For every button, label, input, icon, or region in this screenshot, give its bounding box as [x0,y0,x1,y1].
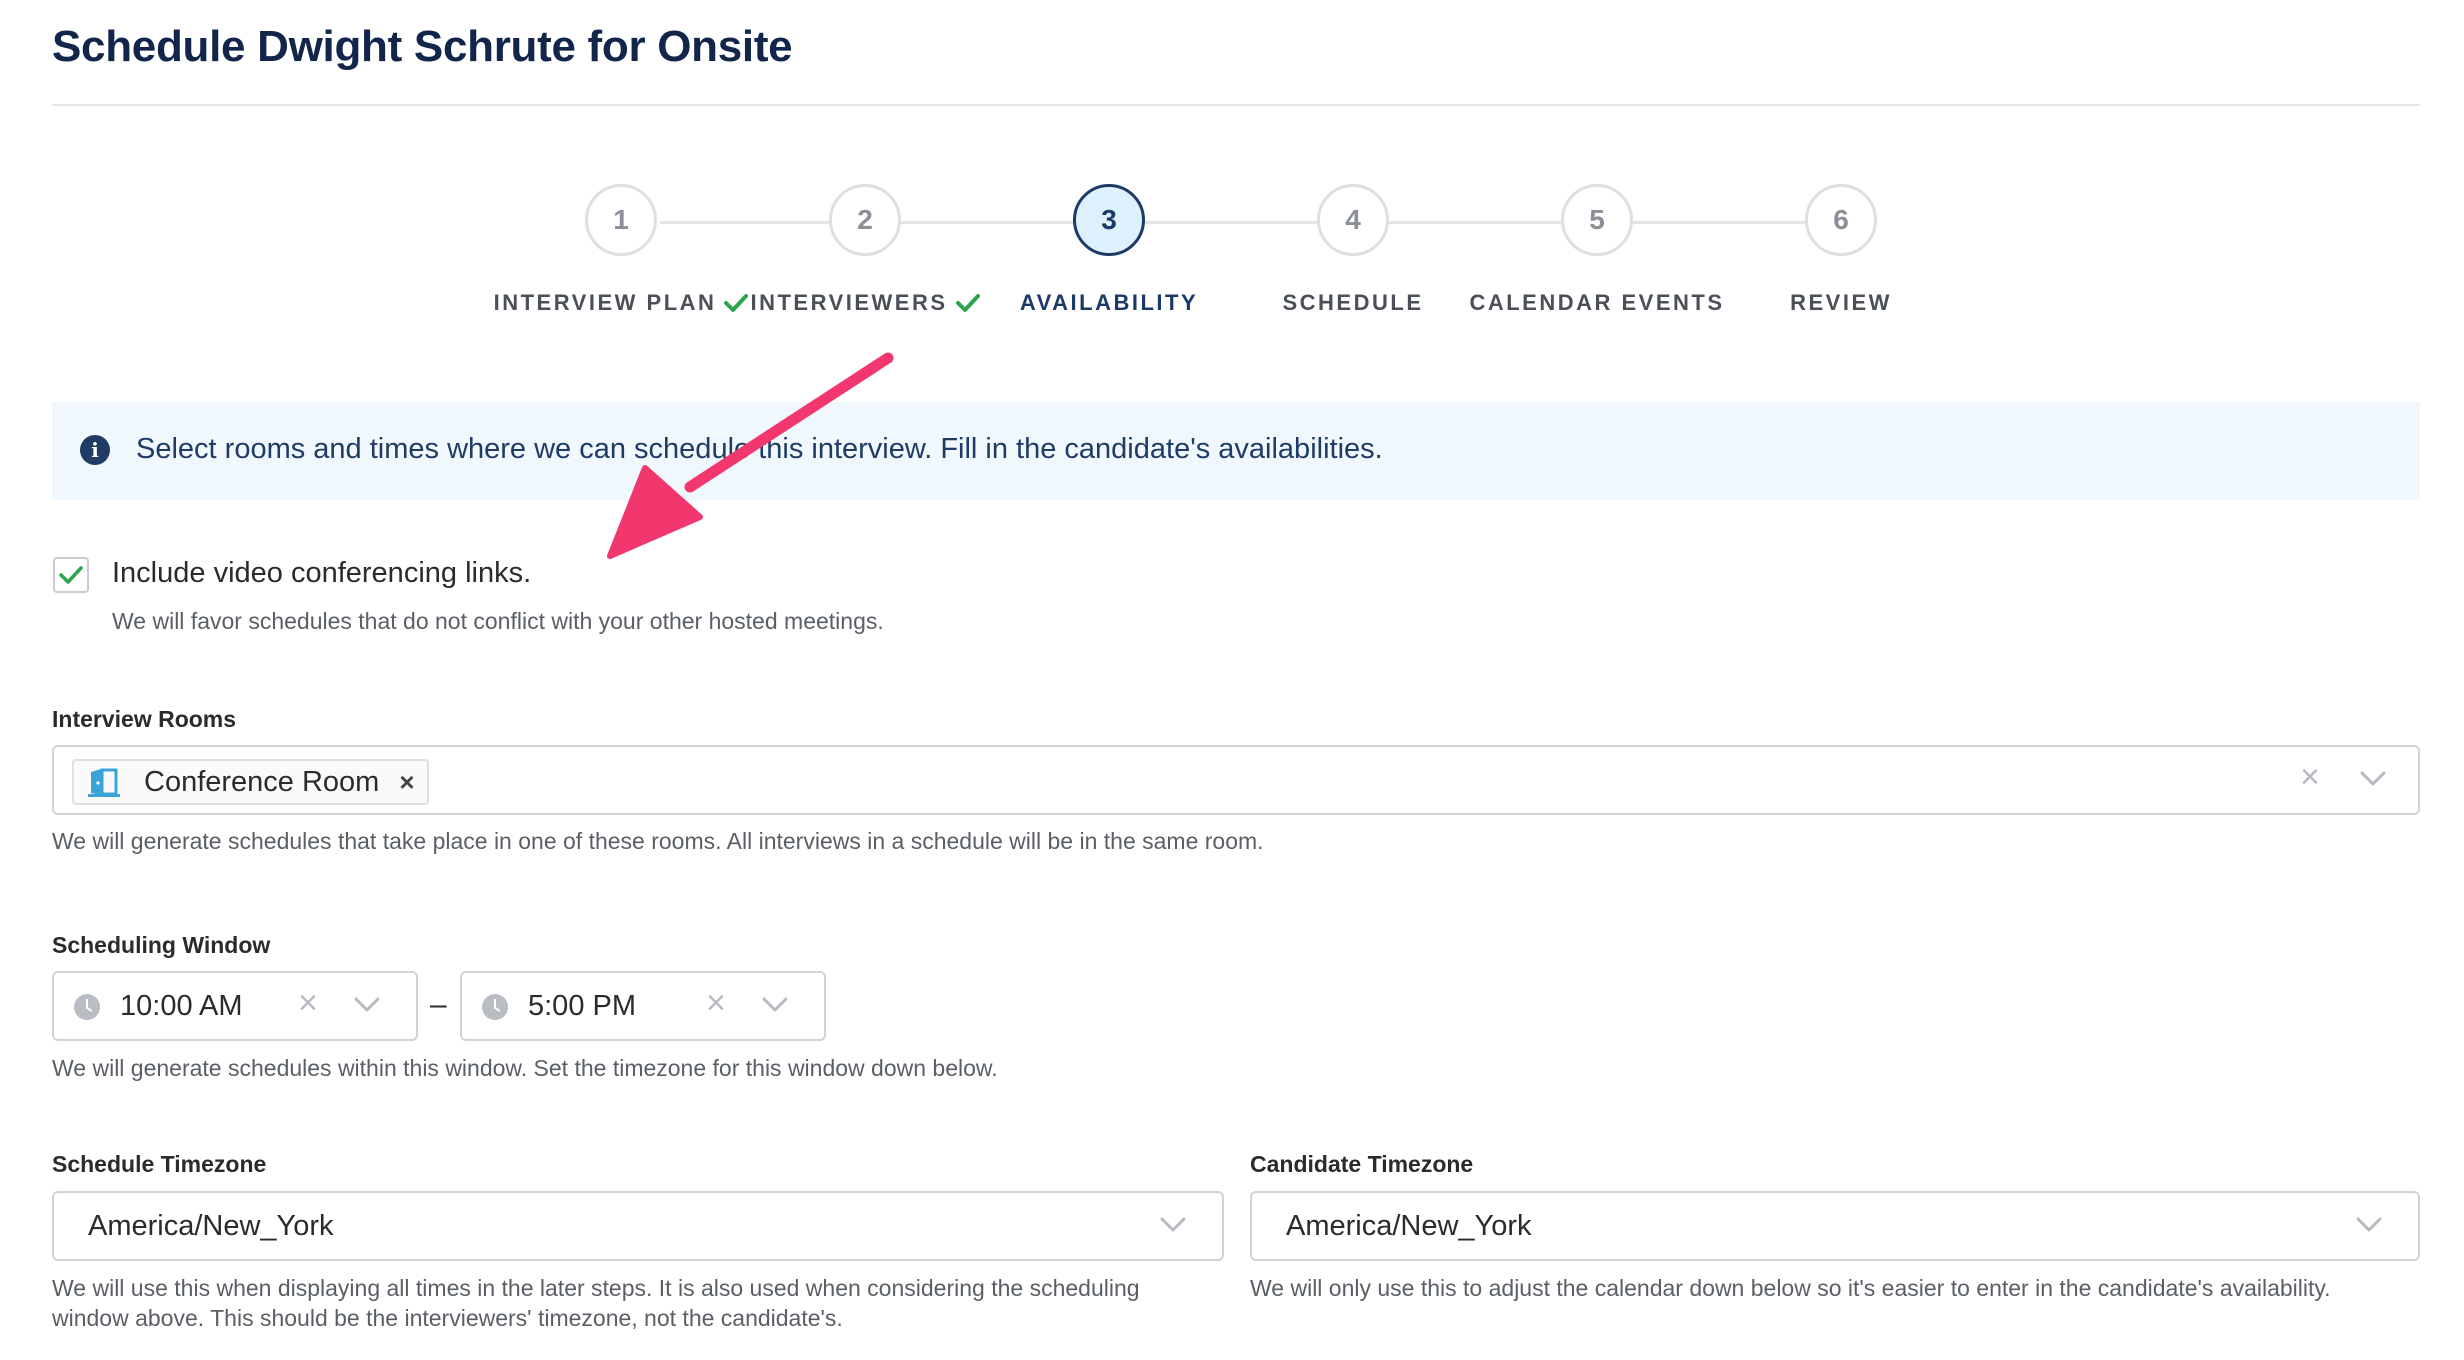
window-start-value: 10:00 AM [120,990,243,1022]
candidate-timezone-help: We will only use this to adjust the cale… [1250,1275,2331,1301]
clear-icon[interactable]: × [706,986,726,1020]
info-banner: i Select rooms and times where we can sc… [52,402,2420,500]
interview-rooms-label: Interview Rooms [52,706,237,732]
schedule-timezone-select[interactable]: America/New_York [52,1191,1224,1261]
chevron-down-icon[interactable] [762,997,788,1013]
step-1-circle[interactable]: 1 [585,184,657,256]
video-conferencing-help: We will favor schedules that do not conf… [112,608,884,634]
step-6-circle[interactable]: 6 [1805,184,1877,256]
candidate-timezone-value: America/New_York [1286,1210,1532,1242]
title-divider [52,104,2420,106]
window-end-select[interactable]: 5:00 PM × [460,971,826,1041]
window-separator: – [430,988,447,1021]
step-5-circle[interactable]: 5 [1561,184,1633,256]
chevron-down-icon[interactable] [1160,1217,1186,1233]
clock-icon [482,994,508,1020]
chevron-down-icon[interactable] [2356,1217,2382,1233]
interview-rooms-select[interactable]: Conference Room × × [52,745,2420,815]
schedule-timezone-value: America/New_York [88,1210,334,1242]
room-tag-label: Conference Room [144,765,380,798]
window-start-select[interactable]: 10:00 AM × [52,971,418,1041]
clear-icon[interactable]: × [298,986,318,1020]
step-4-circle[interactable]: 4 [1317,184,1389,256]
step-6-label[interactable]: REVIEW [1681,290,2001,316]
checkmark-icon [59,566,83,584]
remove-room-icon[interactable]: × [399,767,414,798]
video-conferencing-label[interactable]: Include video conferencing links. [112,557,531,590]
step-2-circle[interactable]: 2 [829,184,901,256]
video-conferencing-checkbox[interactable] [53,557,89,593]
info-icon: i [80,435,110,465]
candidate-timezone-label: Candidate Timezone [1250,1151,1474,1177]
annotation-arrow [607,352,894,559]
page-title: Schedule Dwight Schrute for Onsite [52,22,793,71]
scheduling-window-label: Scheduling Window [52,932,271,958]
clock-icon [74,994,100,1020]
candidate-timezone-select[interactable]: America/New_York [1250,1191,2420,1261]
schedule-timezone-help-line2: window above. This should be the intervi… [52,1305,843,1331]
window-end-value: 5:00 PM [528,990,636,1022]
step-3-circle[interactable]: 3 [1073,184,1145,256]
scheduling-window-help: We will generate schedules within this w… [52,1055,998,1081]
schedule-timezone-label: Schedule Timezone [52,1151,267,1177]
chevron-down-icon[interactable] [2360,771,2386,787]
clear-icon[interactable]: × [2300,760,2320,794]
schedule-timezone-help-line1: We will use this when displaying all tim… [52,1275,1140,1301]
room-tag: Conference Room × [72,759,429,805]
interview-rooms-help: We will generate schedules that take pla… [52,828,1264,854]
door-icon [88,768,120,797]
info-banner-text: Select rooms and times where we can sche… [136,433,1383,465]
chevron-down-icon[interactable] [354,997,380,1013]
